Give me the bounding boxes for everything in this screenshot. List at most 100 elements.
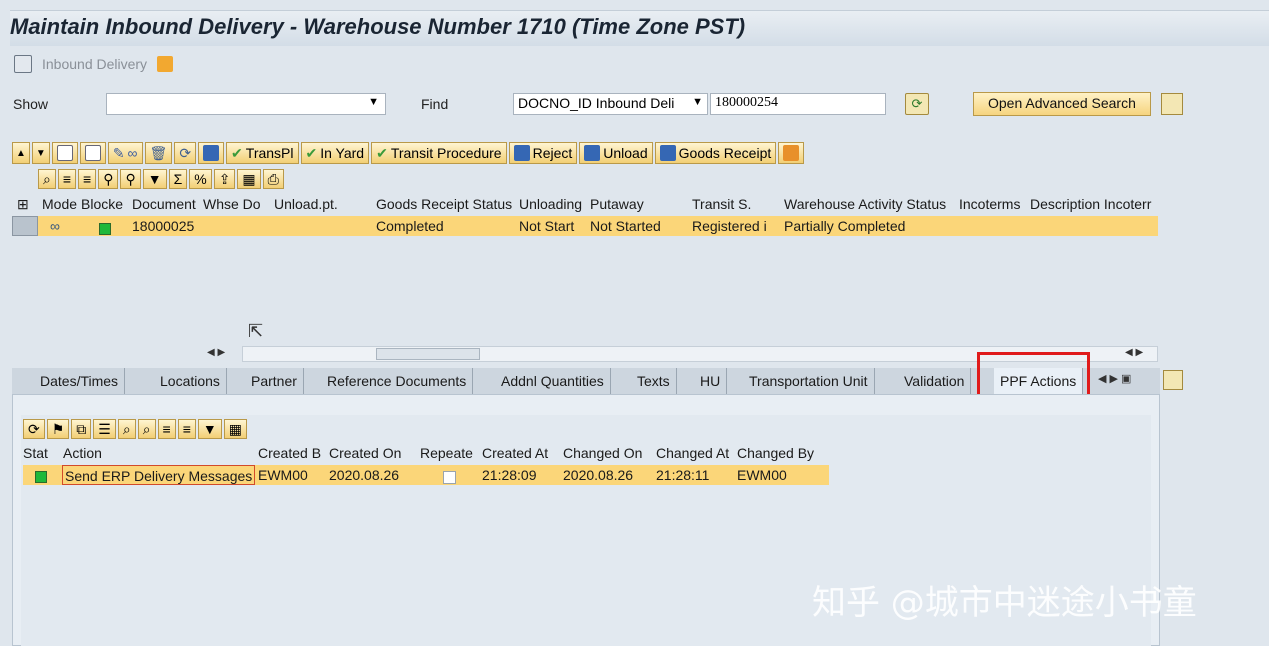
edit-button[interactable]: ✎ ∞ bbox=[107, 142, 143, 164]
tab-locations[interactable]: Locations bbox=[154, 368, 227, 394]
row-selector[interactable] bbox=[12, 216, 38, 236]
find-next-icon[interactable]: ⚲ bbox=[120, 169, 141, 189]
col-blocked[interactable]: Blocke bbox=[81, 193, 123, 215]
print-preview-icon[interactable]: ⎙ bbox=[262, 169, 284, 189]
col-warehouse-activity-status[interactable]: Warehouse Activity Status bbox=[784, 193, 946, 215]
ppf-toolbar: ⟳ ⚑ ⧉ ☰ ⌕ ⌕ ≡ ≡ ▼ ▦ bbox=[23, 419, 247, 439]
col-incoterms[interactable]: Incoterms bbox=[959, 193, 1020, 215]
layout-icon[interactable]: ▦ bbox=[223, 419, 247, 439]
delivery-icon[interactable] bbox=[14, 55, 32, 73]
col-changed-on[interactable]: Changed On bbox=[563, 442, 642, 464]
delete-button[interactable]: 🗑 bbox=[144, 142, 173, 164]
col-putaway[interactable]: Putaway bbox=[590, 193, 644, 215]
cell-repeated[interactable] bbox=[443, 469, 456, 489]
scroll-left-right-icon[interactable]: ◀ ▶ bbox=[207, 347, 225, 358]
filter-icon[interactable]: ▼ bbox=[142, 169, 167, 189]
subtotal-icon[interactable]: % bbox=[189, 169, 212, 189]
col-transit-status[interactable]: Transit S. bbox=[692, 193, 751, 215]
select-all-icon[interactable]: ⊞ bbox=[17, 193, 29, 215]
col-changed-by[interactable]: Changed By bbox=[737, 442, 814, 464]
tab-reference-documents[interactable]: Reference Documents bbox=[321, 368, 474, 394]
zoom-icon[interactable]: ⌕ bbox=[38, 169, 56, 189]
create-button[interactable] bbox=[79, 142, 106, 164]
sort-asc-icon[interactable]: ≡ bbox=[157, 419, 176, 439]
reject-button[interactable]: Reject bbox=[508, 142, 578, 164]
goods-receipt-button[interactable]: Goods Receipt bbox=[654, 142, 777, 164]
execute-icon[interactable]: ⟳ bbox=[23, 419, 45, 439]
tab-hu[interactable]: HU bbox=[694, 368, 728, 394]
flag-icon[interactable]: ⚑ bbox=[46, 419, 70, 439]
copy-icon[interactable]: ⧉ bbox=[71, 419, 92, 439]
scroll-left-right-icon[interactable]: ◀ ▶ bbox=[1125, 347, 1143, 358]
sort-desc-icon[interactable]: ≡ bbox=[78, 169, 97, 189]
zoom-icon[interactable]: ⌕ bbox=[137, 419, 156, 439]
unload-label: Unload bbox=[603, 145, 648, 161]
tab-validation[interactable]: Validation bbox=[898, 368, 972, 394]
tab-texts[interactable]: Texts bbox=[631, 368, 677, 394]
scroll-thumb[interactable] bbox=[376, 348, 480, 360]
col-action[interactable]: Action bbox=[63, 442, 102, 464]
export-icon[interactable]: ⇪ bbox=[213, 169, 236, 189]
cell-warehouse-activity: Partially Completed bbox=[784, 218, 906, 234]
sort-asc-icon[interactable]: ≡ bbox=[57, 169, 77, 189]
cell-action[interactable]: Send ERP Delivery Messages bbox=[62, 465, 256, 485]
details-button[interactable] bbox=[51, 142, 78, 164]
col-stat[interactable]: Stat bbox=[23, 442, 48, 464]
cell-goods-receipt-status: Completed bbox=[376, 218, 444, 234]
unload-button[interactable]: Unload bbox=[579, 142, 653, 164]
col-goods-receipt-status[interactable]: Goods Receipt Status bbox=[376, 193, 512, 215]
filter-icon[interactable]: ▼ bbox=[197, 419, 222, 439]
more-actions-button[interactable] bbox=[778, 142, 805, 164]
cell-unloading: Not Start bbox=[519, 218, 575, 234]
tab-transportation-unit[interactable]: Transportation Unit bbox=[743, 368, 875, 394]
cell-changed-on: 2020.08.26 bbox=[563, 467, 634, 483]
col-description-incoterms[interactable]: Description Incoterr bbox=[1030, 193, 1158, 215]
find-icon[interactable]: ⚲ bbox=[98, 169, 119, 189]
col-created-at[interactable]: Created At bbox=[482, 442, 548, 464]
find-field-select[interactable]: DOCNO_ID Inbound Deli ▼ bbox=[513, 93, 708, 115]
scroll-icon[interactable]: ☰ bbox=[93, 419, 116, 439]
tab-scroll-icons[interactable]: ◀ ▶ ▣ bbox=[1098, 372, 1131, 385]
save-button[interactable] bbox=[198, 142, 225, 164]
tab-addnl-quantities[interactable]: Addnl Quantities bbox=[495, 368, 611, 394]
col-changed-at[interactable]: Changed At bbox=[656, 442, 729, 464]
tab-layout-icon[interactable] bbox=[1163, 370, 1183, 390]
col-document[interactable]: Document bbox=[132, 193, 196, 215]
check-icon: ✔ bbox=[231, 144, 243, 161]
refresh-icon: ⟳ bbox=[179, 144, 192, 161]
cell-document[interactable]: 18000025 bbox=[132, 216, 194, 236]
grid-toolbar: ⌕ ≡ ≡ ⚲ ⚲ ▼ Σ % ⇪ ▦ ⎙ bbox=[38, 169, 348, 189]
col-created-by[interactable]: Created B bbox=[258, 442, 321, 464]
col-unloading[interactable]: Unloading bbox=[519, 193, 582, 215]
col-unload-pt[interactable]: Unload.pt. bbox=[274, 193, 338, 215]
transit-procedure-button[interactable]: ✔ Transit Procedure bbox=[371, 142, 507, 164]
execute-search-icon[interactable]: ⟳ bbox=[905, 93, 929, 115]
down-arrow-button[interactable]: ▼ bbox=[31, 142, 50, 164]
find-value-input[interactable]: 180000254 bbox=[710, 93, 886, 115]
col-mode[interactable]: Mode bbox=[42, 193, 77, 215]
tab-partner[interactable]: Partner bbox=[245, 368, 304, 394]
sort-desc-icon[interactable]: ≡ bbox=[177, 419, 196, 439]
check-icon: ✔ bbox=[305, 144, 318, 161]
scroll-icon[interactable] bbox=[157, 56, 174, 72]
chevron-down-icon: ▼ bbox=[692, 96, 703, 108]
cell-created-at: 21:28:09 bbox=[482, 467, 537, 483]
transpl-label: TransPl bbox=[245, 145, 294, 161]
up-arrow-button[interactable]: ▲ bbox=[12, 142, 30, 164]
col-repeated[interactable]: Repeate bbox=[420, 442, 473, 464]
col-whse-doc[interactable]: Whse Do bbox=[203, 193, 261, 215]
transpl-button[interactable]: ✔ TransPl bbox=[226, 142, 299, 164]
pencil-icon: ✎ bbox=[112, 144, 125, 161]
sum-icon[interactable]: Σ bbox=[168, 169, 188, 189]
tab-dates-times[interactable]: Dates/Times bbox=[34, 368, 126, 394]
repeated-checkbox[interactable] bbox=[443, 471, 456, 484]
layout-icon[interactable]: ▦ bbox=[237, 169, 261, 189]
show-dropdown[interactable]: ▼ bbox=[106, 93, 386, 115]
col-created-on[interactable]: Created On bbox=[329, 442, 401, 464]
details-icon[interactable]: ⌕ bbox=[117, 419, 136, 439]
in-yard-button[interactable]: ✔ In Yard bbox=[300, 142, 370, 164]
cell-created-on: 2020.08.26 bbox=[329, 467, 400, 483]
open-advanced-search-button[interactable]: Open Advanced Search bbox=[973, 92, 1151, 116]
refresh-button[interactable]: ⟳ bbox=[174, 142, 197, 164]
layout-icon[interactable] bbox=[1161, 93, 1183, 115]
